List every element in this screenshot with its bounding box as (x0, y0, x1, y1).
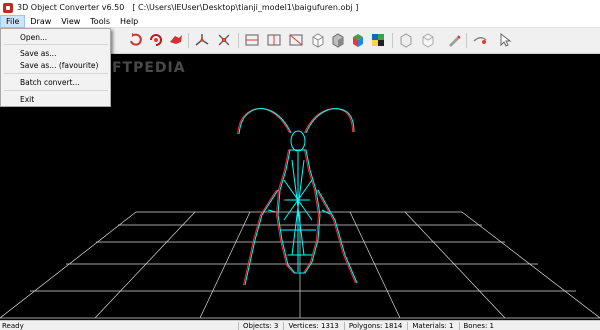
bounding-box-icon[interactable] (244, 32, 260, 48)
cube-gray-icon[interactable] (330, 32, 346, 48)
app-icon (3, 2, 13, 13)
edit-icon[interactable] (446, 32, 462, 48)
status-objects: Objects: 3 (238, 321, 278, 330)
status-materials: Materials: 1 (407, 321, 454, 330)
menu-file[interactable]: File (0, 14, 26, 28)
bounding-box-3-icon[interactable] (288, 32, 304, 48)
menu-open[interactable]: Open... (20, 33, 47, 42)
file-menu-dropdown: Open... Save as... Save as... (favourite… (0, 28, 111, 107)
pointer-icon[interactable] (496, 32, 512, 48)
menu-view[interactable]: View (56, 15, 85, 28)
axis-icon[interactable] (194, 32, 210, 48)
floor-grid (0, 211, 600, 319)
app-title: 3D Object Converter v6.50 (17, 3, 125, 12)
title-bar: 3D Object Converter v6.50 [ C:\Users\IEUs… (0, 0, 600, 15)
status-vertices: Vertices: 1313 (283, 321, 339, 330)
cube-outline-alt-icon[interactable] (420, 32, 436, 48)
file-path: [ C:\Users\IEUser\Desktop\tianji_model1\… (132, 3, 359, 12)
cube-white-icon[interactable] (310, 32, 326, 48)
menu-batch-convert[interactable]: Batch convert... (20, 78, 80, 87)
menu-bar: File Draw View Tools Help (0, 14, 600, 28)
cube-texture-icon[interactable] (370, 32, 386, 48)
menu-separator (4, 90, 108, 91)
menu-exit[interactable]: Exit (20, 95, 34, 104)
menu-draw[interactable]: Draw (25, 15, 56, 28)
axis-x-icon[interactable] (216, 32, 232, 48)
cube-color-icon[interactable] (350, 32, 366, 48)
bounding-box-alt-icon[interactable] (266, 32, 282, 48)
camera-icon[interactable] (472, 32, 488, 48)
rotate-icon[interactable] (128, 32, 144, 48)
menu-help[interactable]: Help (115, 15, 143, 28)
menu-separator (4, 44, 108, 45)
menu-tools[interactable]: Tools (85, 15, 115, 28)
window-title: 3D Object Converter v6.50 [ C:\Users\IEUs… (17, 3, 358, 12)
menu-separator (4, 73, 108, 74)
model-wireframe (237, 108, 358, 286)
status-polygons: Polygons: 1814 (343, 321, 402, 330)
model-red-icon[interactable] (168, 32, 184, 48)
status-bar: Ready Objects: 3 Vertices: 1313 Polygons… (0, 320, 600, 330)
menu-save-as-favourite[interactable]: Save as... (favourite) (20, 61, 98, 70)
cube-outline-icon[interactable] (398, 32, 414, 48)
menu-save-as[interactable]: Save as... (20, 49, 56, 58)
status-bones: Bones: 1 (458, 321, 494, 330)
status-ready: Ready (2, 321, 24, 330)
rotate-alt-icon[interactable] (148, 32, 164, 48)
